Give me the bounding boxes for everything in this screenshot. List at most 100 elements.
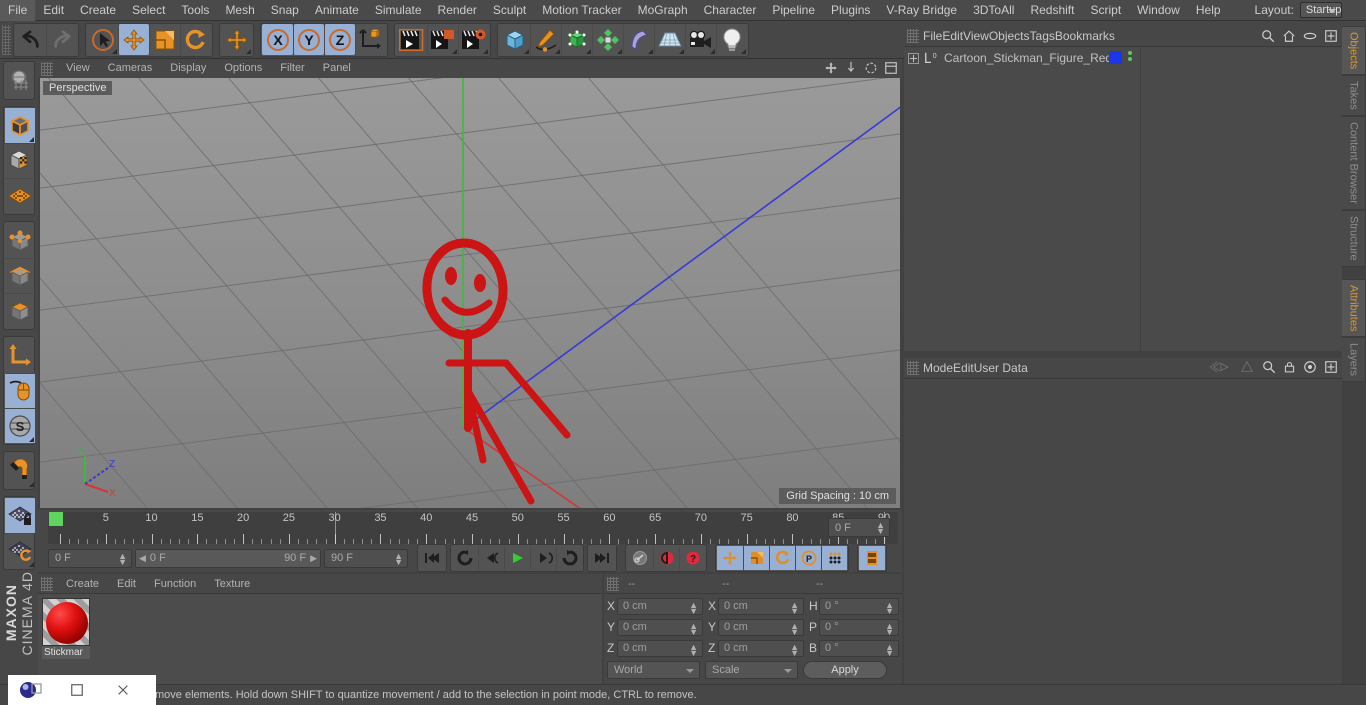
end-frame-field[interactable]: 90 F ▲ ▼ <box>324 548 408 568</box>
search-icon[interactable] <box>1262 360 1276 374</box>
make-editable-button[interactable] <box>5 63 35 98</box>
position-field[interactable]: 0 cm ▲ ▼ <box>617 618 703 636</box>
submenu-corner-icon[interactable] <box>586 49 591 54</box>
menu-3dtoall[interactable]: 3DToAll <box>965 0 1022 21</box>
redo-button[interactable] <box>46 24 77 55</box>
position-field[interactable]: 0 cm ▲ ▼ <box>617 597 703 615</box>
attribute-back-icon[interactable] <box>1208 360 1232 374</box>
submenu-corner-icon[interactable] <box>112 49 117 54</box>
spinner-icon[interactable]: ▲ ▼ <box>790 642 799 657</box>
menu-animate[interactable]: Animate <box>307 0 367 21</box>
menu-create[interactable]: Create <box>72 0 124 21</box>
attribute-drag-handle[interactable] <box>907 361 919 375</box>
submenu-corner-icon[interactable] <box>29 437 34 442</box>
go-to-end-button[interactable] <box>589 546 615 570</box>
frame-range-slider[interactable]: ◀ 0 F 90 F ▶ <box>135 548 321 568</box>
vtab-attributes[interactable]: Attributes <box>1342 278 1366 338</box>
play-button[interactable] <box>504 546 530 570</box>
step-back-button[interactable] <box>478 546 504 570</box>
autokey-button[interactable] <box>627 546 653 570</box>
record-position-toggle[interactable] <box>717 546 743 570</box>
search-icon[interactable] <box>1261 29 1275 43</box>
object-menu-tags[interactable]: Tags <box>1030 29 1055 43</box>
enable-axis-button[interactable] <box>5 338 35 373</box>
go-to-start-button[interactable] <box>419 546 445 570</box>
menu-render[interactable]: Render <box>430 0 485 21</box>
magnet-tool-button[interactable] <box>5 453 35 488</box>
scale-snap-button[interactable]: S <box>5 408 35 443</box>
render-settings-button[interactable] <box>458 24 489 55</box>
viewport-menu-display[interactable]: Display <box>161 59 215 78</box>
viewport-menu-cameras[interactable]: Cameras <box>99 59 162 78</box>
material-drag-handle[interactable] <box>41 576 53 591</box>
add-floor-button[interactable] <box>654 24 685 55</box>
vtab-content-browser[interactable]: Content Browser <box>1342 116 1366 210</box>
live-selection-tool[interactable] <box>87 24 118 55</box>
size-field[interactable]: 0 cm ▲ ▼ <box>718 597 804 615</box>
attribute-menu-mode[interactable]: Mode <box>923 361 953 375</box>
spinner-icon[interactable]: ▲ ▼ <box>689 621 698 636</box>
undo-button[interactable] <box>15 24 46 55</box>
material-menu-create[interactable]: Create <box>57 574 108 594</box>
move-tool[interactable] <box>118 24 149 55</box>
spinner-icon[interactable]: ▲ ▼ <box>118 551 127 566</box>
object-menu-bookmarks[interactable]: Bookmarks <box>1055 29 1115 43</box>
viewport-drag-handle[interactable] <box>41 61 53 76</box>
model-mode-button[interactable] <box>5 108 35 143</box>
record-pla-toggle[interactable] <box>821 546 847 570</box>
rotation-field[interactable]: 0 ° ▲ ▼ <box>819 639 899 657</box>
menu-sculpt[interactable]: Sculpt <box>485 0 534 21</box>
record-scale-toggle[interactable] <box>743 546 769 570</box>
size-field[interactable]: 0 cm ▲ ▼ <box>718 618 804 636</box>
lock-icon[interactable] <box>1283 360 1296 374</box>
submenu-corner-icon[interactable] <box>483 49 488 54</box>
add-camera-button[interactable] <box>685 24 716 55</box>
toolbar-drag-handle[interactable] <box>2 24 11 55</box>
submenu-corner-icon[interactable] <box>741 49 746 54</box>
transform-mode-select[interactable]: Scale <box>705 661 798 679</box>
menu-script[interactable]: Script <box>1082 0 1129 21</box>
play-backward-loop-button[interactable] <box>452 546 478 570</box>
menu-redshift[interactable]: Redshift <box>1022 0 1082 21</box>
record-parameter-toggle[interactable]: P <box>795 546 821 570</box>
current-time-marker[interactable] <box>49 512 63 526</box>
menu-snap[interactable]: Snap <box>263 0 307 21</box>
range-right-arrow-icon[interactable]: ▶ <box>310 553 317 564</box>
rotate-tool[interactable] <box>180 24 211 55</box>
target-icon[interactable] <box>1303 360 1317 374</box>
lock-workplane-button[interactable] <box>5 498 35 533</box>
render-view-button[interactable] <box>396 24 427 55</box>
new-attribute-icon[interactable] <box>1324 360 1338 374</box>
add-generator-button[interactable] <box>561 24 592 55</box>
menu-v-ray-bridge[interactable]: V-Ray Bridge <box>878 0 965 21</box>
submenu-corner-icon[interactable] <box>555 49 560 54</box>
submenu-corner-icon[interactable] <box>679 49 684 54</box>
maximize-button[interactable] <box>54 675 100 705</box>
menu-mograph[interactable]: MoGraph <box>630 0 696 21</box>
viewport-menu-filter[interactable]: Filter <box>271 59 313 78</box>
spinner-icon[interactable]: ▲ ▼ <box>876 521 885 536</box>
spinner-icon[interactable]: ▲ ▼ <box>885 621 894 636</box>
home-icon[interactable] <box>1282 29 1296 43</box>
submenu-corner-icon[interactable] <box>648 49 653 54</box>
submenu-corner-icon[interactable] <box>710 49 715 54</box>
layout-select[interactable]: Startup <box>1299 2 1343 18</box>
attribute-menu-edit[interactable]: Edit <box>953 361 974 375</box>
new-view-icon[interactable] <box>1324 29 1338 43</box>
menu-motion-tracker[interactable]: Motion Tracker <box>534 0 629 21</box>
submenu-corner-icon[interactable] <box>617 49 622 54</box>
menu-select[interactable]: Select <box>124 0 173 21</box>
attribute-forward-icon[interactable] <box>1239 360 1255 374</box>
spinner-icon[interactable]: ▲ ▼ <box>790 621 799 636</box>
lock-y-axis[interactable]: Y <box>293 24 324 55</box>
points-mode-button[interactable] <box>5 223 35 258</box>
viewport-menu-panel[interactable]: Panel <box>314 59 360 78</box>
spinner-icon[interactable]: ▲ ▼ <box>689 642 698 657</box>
rotation-field[interactable]: 0 ° ▲ ▼ <box>819 618 899 636</box>
object-manager-drag-handle[interactable] <box>907 29 919 43</box>
spinner-icon[interactable]: ▲ ▼ <box>394 551 403 566</box>
polygons-mode-button[interactable] <box>5 293 35 328</box>
dynamic-place-tool[interactable] <box>221 24 252 55</box>
submenu-corner-icon[interactable] <box>452 49 457 54</box>
spinner-icon[interactable]: ▲ ▼ <box>689 600 698 615</box>
